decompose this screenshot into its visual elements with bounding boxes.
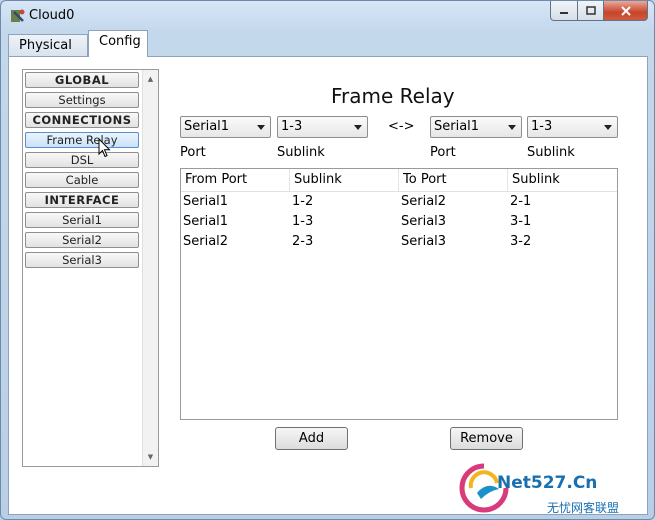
table-cell: 3-1 (510, 214, 532, 229)
sidebar-item-settings[interactable]: Settings (25, 92, 139, 108)
chevron-down-icon (257, 125, 265, 130)
sidebar-header-global: GLOBAL (25, 72, 139, 88)
table-cell: 1-3 (292, 214, 314, 229)
cloud-app-icon (11, 9, 25, 22)
table-cell: Serial2 (183, 234, 229, 249)
sidebar-scrollbar[interactable]: ▲ ▼ (142, 70, 158, 466)
left-port-select[interactable]: Serial1 (180, 116, 271, 138)
maximize-icon (585, 6, 596, 15)
sidebar-item-frame-relay[interactable]: Frame Relay (25, 132, 139, 148)
sidebar-list: GLOBAL Settings CONNECTIONS Frame Relay … (25, 72, 141, 272)
title-bar[interactable]: Cloud0 (1, 1, 654, 31)
window-title: Cloud0 (29, 8, 75, 23)
remove-button[interactable]: Remove (450, 427, 523, 450)
sidebar-item-dsl[interactable]: DSL (25, 152, 139, 168)
sidebar-header-connections: CONNECTIONS (25, 112, 139, 128)
right-sublink-select[interactable]: 1-3 (527, 116, 618, 138)
table-cell: Serial1 (183, 194, 229, 209)
watermark-text: Net527.Cn (497, 473, 598, 493)
table-cell: 1-2 (292, 194, 314, 209)
scroll-up-icon[interactable]: ▲ (143, 72, 158, 86)
chevron-down-icon (508, 125, 516, 130)
close-icon (620, 5, 631, 16)
scroll-down-icon[interactable]: ▼ (143, 450, 158, 464)
table-cell: 2-3 (292, 234, 314, 249)
left-sublink-label: Sublink (277, 145, 325, 160)
right-sublink-value: 1-3 (531, 119, 553, 134)
column-header-to-port[interactable]: To Port (399, 169, 508, 191)
right-port-select[interactable]: Serial1 (430, 116, 522, 138)
right-port-value: Serial1 (434, 119, 480, 134)
sidebar-item-serial2[interactable]: Serial2 (25, 232, 139, 248)
chevron-down-icon (604, 125, 612, 130)
minimize-icon (560, 11, 568, 14)
app-window: Cloud0 Physical Config GLOBAL Settings C… (0, 0, 655, 520)
table-row[interactable]: Serial1 1-3 Serial3 3-1 (181, 212, 617, 232)
frame-relay-table: From Port Sublink To Port Sublink Serial… (180, 168, 618, 420)
table-cell: 3-2 (510, 234, 532, 249)
page-title: Frame Relay (331, 84, 455, 108)
sidebar-item-serial1[interactable]: Serial1 (25, 212, 139, 228)
sidebar: GLOBAL Settings CONNECTIONS Frame Relay … (22, 69, 159, 467)
config-panel: GLOBAL Settings CONNECTIONS Frame Relay … (8, 56, 648, 515)
column-header-to-sublink[interactable]: Sublink (508, 169, 617, 191)
table-cell: Serial3 (401, 234, 447, 249)
minimize-button[interactable] (550, 1, 578, 21)
watermark: Net527.Cn 无忧网客联盟 (457, 459, 653, 519)
left-port-value: Serial1 (184, 119, 230, 134)
table-row[interactable]: Serial2 2-3 Serial3 3-2 (181, 232, 617, 252)
connector-label: <-> (388, 119, 415, 134)
tab-config[interactable]: Config (88, 30, 148, 57)
close-button[interactable] (604, 1, 648, 21)
table-row[interactable]: Serial1 1-2 Serial2 2-1 (181, 192, 617, 212)
sidebar-item-cable[interactable]: Cable (25, 172, 139, 188)
chevron-down-icon (354, 125, 362, 130)
column-header-from-port[interactable]: From Port (181, 169, 290, 191)
maximize-button[interactable] (578, 1, 604, 21)
left-port-label: Port (180, 145, 206, 160)
table-cell: Serial2 (401, 194, 447, 209)
tab-physical[interactable]: Physical (8, 34, 88, 56)
table-cell: 2-1 (510, 194, 532, 209)
add-button[interactable]: Add (275, 427, 348, 450)
sidebar-item-serial3[interactable]: Serial3 (25, 252, 139, 268)
left-sublink-select[interactable]: 1-3 (277, 116, 368, 138)
mouse-cursor-icon (98, 138, 111, 158)
watermark-subtitle: 无忧网客联盟 (547, 501, 620, 515)
table-cell: Serial1 (183, 214, 229, 229)
table-header: From Port Sublink To Port Sublink (181, 169, 617, 192)
right-port-label: Port (430, 145, 456, 160)
table-cell: Serial3 (401, 214, 447, 229)
column-header-from-sublink[interactable]: Sublink (290, 169, 399, 191)
sidebar-header-interface: INTERFACE (25, 192, 139, 208)
right-sublink-label: Sublink (527, 145, 575, 160)
left-sublink-value: 1-3 (281, 119, 303, 134)
